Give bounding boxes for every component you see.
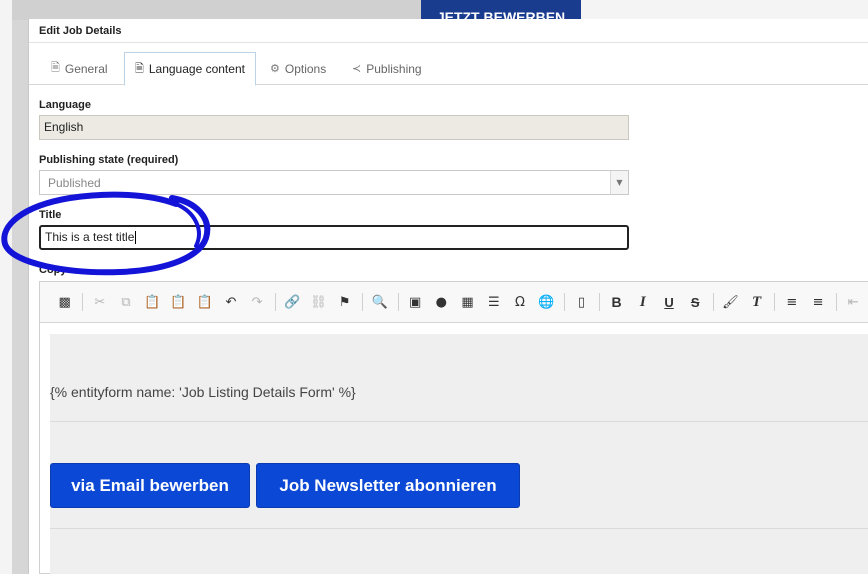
modal-title: Edit Job Details (29, 19, 868, 43)
paste-text-icon[interactable]: 📋 (168, 291, 189, 313)
link-icon[interactable]: 🔗 (282, 291, 303, 313)
unlink-icon[interactable]: ⛓ (308, 291, 329, 313)
tab-publishing-label: Publishing (366, 61, 422, 76)
chevron-down-icon: ▼ (610, 171, 628, 194)
copy-label: Copy (39, 264, 67, 276)
newsletter-subscribe-button[interactable]: Job Newsletter abonnieren (256, 463, 520, 508)
find-icon[interactable]: 🔍 (369, 291, 390, 313)
rich-text-editor: ▩ ✂ ⧉ 📋 📋 📋 ↶ ↷ 🔗 ⛓ ⚑ 🔍 ▣ ● ▦ ☰ Ω 🌐 ▯ B … (39, 281, 868, 574)
tab-general[interactable]: 🗎 General (41, 52, 118, 85)
toolbar-separator (362, 293, 364, 311)
strike-icon[interactable]: S (685, 291, 706, 313)
italic-icon[interactable]: I (632, 291, 653, 313)
editor-content[interactable]: {% entityform name: 'Job Listing Details… (50, 334, 868, 574)
source-icon[interactable]: ▩ (54, 291, 75, 313)
title-input-value: This is a test title (45, 230, 135, 244)
flash-icon[interactable]: ● (431, 291, 452, 313)
toolbar-separator (774, 293, 776, 311)
toolbar-separator (835, 293, 837, 311)
toolbar-separator (274, 293, 276, 311)
share-icon: ≺ (352, 63, 362, 75)
publishing-state-label: Publishing state (required) (39, 154, 179, 166)
gear-icon: ⚙ (270, 63, 280, 75)
paste-icon[interactable]: 📋 (142, 291, 163, 313)
toolbar-separator (563, 293, 565, 311)
redo-icon[interactable]: ↷ (247, 291, 268, 313)
bulleted-list-icon[interactable]: ≡ (807, 291, 828, 313)
publishing-state-value: Published (48, 176, 101, 190)
page-left-margin (0, 0, 12, 574)
content-divider (50, 421, 868, 422)
outdent-icon[interactable]: ⇤ (843, 291, 864, 313)
tab-language-content[interactable]: 🗎 Language content (124, 52, 256, 86)
tab-publishing[interactable]: ≺ Publishing (342, 52, 432, 85)
title-label: Title (39, 209, 62, 221)
underline-icon[interactable]: U (658, 291, 679, 313)
document-icon: 🗎 (51, 62, 60, 74)
page-top-strip-light (580, 0, 868, 20)
liquid-template-text: {% entityform name: 'Job Listing Details… (50, 384, 356, 400)
anchor-icon[interactable]: ⚑ (334, 291, 355, 313)
language-field: English (39, 115, 629, 140)
tab-options-label: Options (284, 61, 327, 76)
text-caret (135, 231, 137, 245)
iframe-icon[interactable]: 🌐 (536, 291, 557, 313)
copy-icon[interactable]: ⧉ (115, 291, 136, 313)
toolbar-separator (599, 293, 600, 311)
content-divider (50, 528, 868, 529)
tab-general-label: General (64, 61, 108, 76)
language-label: Language (39, 99, 91, 111)
horizontal-rule-icon[interactable]: ☰ (483, 291, 504, 313)
title-input[interactable]: This is a test title (39, 225, 629, 250)
apply-banner: JETZT BEWERBEN (421, 0, 581, 20)
undo-icon[interactable]: ↶ (220, 291, 241, 313)
toolbar-separator (712, 293, 714, 311)
cut-icon[interactable]: ✂ (89, 291, 110, 313)
document-icon: 🗎 (135, 62, 144, 75)
page-break-icon[interactable]: ▯ (571, 291, 592, 313)
bold-icon[interactable]: B (606, 291, 627, 313)
tab-options[interactable]: ⚙ Options (260, 52, 336, 85)
toolbar-separator (82, 293, 84, 311)
image-icon[interactable]: ▣ (405, 291, 426, 313)
email-apply-button[interactable]: via Email bewerben (50, 463, 250, 508)
editor-toolbar: ▩ ✂ ⧉ 📋 📋 📋 ↶ ↷ 🔗 ⛓ ⚑ 🔍 ▣ ● ▦ ☰ Ω 🌐 ▯ B … (40, 282, 868, 323)
remove-format-icon[interactable]: T (746, 291, 767, 313)
paste-word-icon[interactable]: 📋 (194, 291, 215, 313)
toolbar-separator (397, 293, 399, 311)
tab-bar: 🗎 General 🗎 Language content ⚙ Options ≺… (29, 52, 868, 86)
numbered-list-icon[interactable]: ≡ (781, 291, 802, 313)
tab-language-content-label: Language content (148, 62, 245, 76)
publishing-state-select[interactable]: Published ▼ (39, 170, 629, 195)
edit-job-details-modal: Edit Job Details 🗎 General 🗎 Language co… (28, 19, 868, 574)
table-icon[interactable]: ▦ (457, 291, 478, 313)
special-char-icon[interactable]: Ω (509, 291, 530, 313)
format-painter-icon[interactable]: 🖌 (720, 291, 741, 313)
